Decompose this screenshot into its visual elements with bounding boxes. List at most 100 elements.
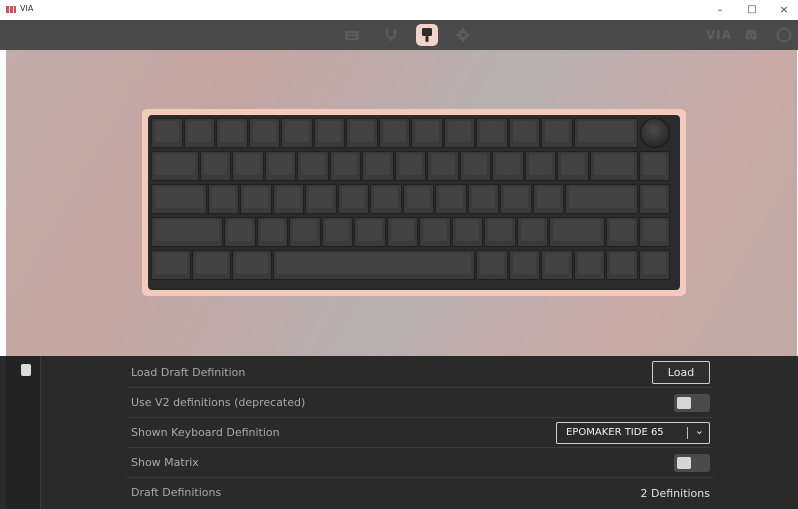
- keycap[interactable]: [370, 184, 402, 214]
- keycap[interactable]: [451, 217, 484, 247]
- stethoscope-icon: [386, 29, 397, 41]
- keycap[interactable]: [305, 184, 337, 214]
- keycap[interactable]: [232, 250, 272, 280]
- keycap[interactable]: [151, 151, 199, 181]
- app-title: VIA: [20, 4, 34, 13]
- keycap[interactable]: [313, 118, 345, 148]
- keycap[interactable]: [476, 250, 508, 280]
- keycap[interactable]: [281, 118, 313, 148]
- keyboard-plate: [148, 115, 680, 290]
- keycap[interactable]: [476, 118, 508, 148]
- keycap[interactable]: [321, 217, 354, 247]
- keyboard-case: [142, 109, 686, 296]
- toggle-knob: [677, 457, 691, 469]
- keycap[interactable]: [467, 184, 500, 214]
- keycap[interactable]: [297, 151, 329, 181]
- rotary-knob[interactable]: [639, 118, 670, 148]
- keycap[interactable]: [248, 118, 280, 148]
- keycap[interactable]: [199, 151, 232, 181]
- keycap[interactable]: [427, 151, 459, 181]
- keycap[interactable]: [207, 184, 240, 214]
- row-label: Use V2 definitions (deprecated): [131, 396, 306, 409]
- keycap[interactable]: [549, 217, 605, 247]
- keycap[interactable]: [573, 250, 605, 280]
- keycap[interactable]: [151, 250, 191, 280]
- keycap[interactable]: [484, 217, 516, 247]
- keycap[interactable]: [565, 184, 638, 214]
- keycap[interactable]: [378, 118, 410, 148]
- keyboard-definition-select[interactable]: EPOMAKER TIDE 65 ⌄: [556, 422, 710, 444]
- chevron-down-icon: ⌄: [694, 424, 704, 437]
- toggle-knob: [677, 397, 691, 409]
- keycap[interactable]: [272, 184, 305, 214]
- discord-link[interactable]: [743, 27, 759, 43]
- keycap[interactable]: [191, 250, 232, 280]
- keycap[interactable]: [638, 250, 670, 280]
- keycap[interactable]: [151, 118, 183, 148]
- keycap[interactable]: [256, 217, 289, 247]
- keycap[interactable]: [346, 118, 378, 148]
- tab-settings[interactable]: [455, 27, 471, 43]
- show-matrix-toggle[interactable]: [674, 454, 710, 472]
- row-shown-keyboard-definition: Shown Keyboard Definition EPOMAKER TIDE …: [127, 418, 713, 448]
- keycap[interactable]: [362, 151, 394, 181]
- keycap[interactable]: [435, 184, 467, 214]
- tab-design[interactable]: [416, 24, 438, 46]
- via-logo[interactable]: VIA: [706, 28, 732, 42]
- keycap[interactable]: [459, 151, 492, 181]
- keycap[interactable]: [508, 118, 540, 148]
- keycap[interactable]: [541, 250, 573, 280]
- keycap[interactable]: [500, 184, 532, 214]
- design-sidebar-icon[interactable]: [21, 364, 31, 376]
- tab-configure[interactable]: [344, 27, 360, 43]
- app-logo-icon: [6, 6, 16, 13]
- keycap[interactable]: [224, 217, 256, 247]
- paintbrush-icon: [422, 28, 432, 42]
- keycap[interactable]: [402, 184, 435, 214]
- row-draft-definitions: Draft Definitions 2 Definitions: [127, 478, 713, 508]
- keycap[interactable]: [151, 184, 207, 214]
- keycap[interactable]: [557, 151, 589, 181]
- row-label: Show Matrix: [131, 456, 199, 469]
- keycap[interactable]: [606, 250, 638, 280]
- keycap[interactable]: [151, 217, 224, 247]
- keycap[interactable]: [638, 184, 670, 214]
- use-v2-toggle[interactable]: [674, 394, 710, 412]
- keycap[interactable]: [516, 217, 549, 247]
- keycap[interactable]: [419, 217, 451, 247]
- maximize-button[interactable]: □: [741, 2, 763, 18]
- keycap[interactable]: [524, 151, 557, 181]
- keycap[interactable]: [329, 151, 362, 181]
- keyboard-preview-area: [6, 50, 797, 356]
- keycap[interactable]: [443, 118, 475, 148]
- settings-sidebar: [6, 356, 41, 509]
- keycap[interactable]: [264, 151, 297, 181]
- github-link[interactable]: [776, 27, 792, 43]
- keycap[interactable]: [232, 151, 264, 181]
- keycap[interactable]: [354, 217, 386, 247]
- keycap[interactable]: [492, 151, 524, 181]
- tab-key-tester[interactable]: [383, 27, 399, 43]
- keycap[interactable]: [183, 118, 215, 148]
- keycap[interactable]: [573, 118, 638, 148]
- gear-icon: [456, 28, 470, 42]
- keycap[interactable]: [606, 217, 638, 247]
- keycap[interactable]: [216, 118, 248, 148]
- settings-panel: Load Draft Definition Load Use V2 defini…: [0, 356, 798, 509]
- keycap[interactable]: [272, 250, 475, 280]
- keycap[interactable]: [386, 217, 419, 247]
- keycap[interactable]: [532, 184, 565, 214]
- keycap[interactable]: [638, 217, 670, 247]
- minimize-button[interactable]: –: [709, 2, 731, 18]
- keycap[interactable]: [541, 118, 573, 148]
- keycap[interactable]: [289, 217, 321, 247]
- keycap[interactable]: [589, 151, 638, 181]
- keycap[interactable]: [394, 151, 427, 181]
- keycap[interactable]: [411, 118, 443, 148]
- load-button[interactable]: Load: [652, 361, 710, 384]
- keycap[interactable]: [638, 151, 670, 181]
- keycap[interactable]: [337, 184, 370, 214]
- keycap[interactable]: [508, 250, 540, 280]
- keycap[interactable]: [240, 184, 272, 214]
- close-button[interactable]: ×: [773, 2, 795, 18]
